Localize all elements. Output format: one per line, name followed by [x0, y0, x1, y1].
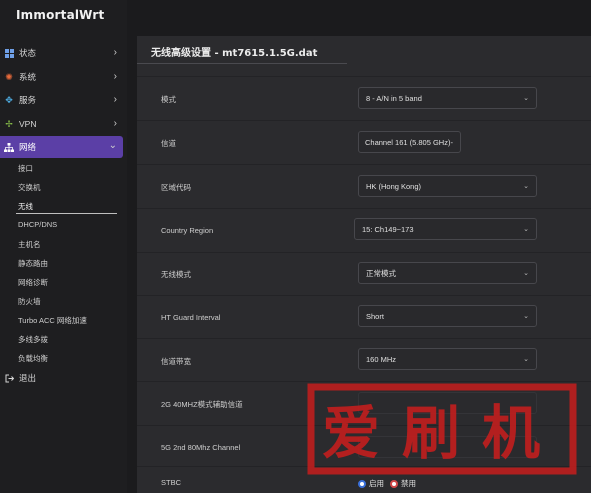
title-divider [137, 63, 347, 64]
sidebar-item-network[interactable]: 网络 ⌄ [0, 136, 123, 158]
row-divider [137, 208, 591, 209]
stbc-enable-label: 启用 [369, 479, 384, 488]
sidebar-item-label: 服务 [19, 95, 37, 105]
5g-2nd-80mhz-select[interactable] [358, 436, 537, 458]
chevron-right-icon: › [113, 71, 117, 82]
chevron-down-icon: ⌄ [523, 226, 529, 233]
logout-icon [4, 373, 14, 383]
sidebar-item-label: 系统 [19, 72, 37, 82]
chevron-right-icon: › [113, 94, 117, 105]
stbc-enable-radio[interactable] [358, 479, 366, 488]
sidebar-item-vpn[interactable]: ✢ VPN › [0, 113, 123, 135]
chevron-right-icon: › [113, 118, 117, 129]
mode-select-value: 8 - A/N in 5 band [366, 93, 422, 103]
setting-label-5g-2nd-80mhz: 5G 2nd 80Mhz Channel [161, 443, 241, 452]
channel-select[interactable]: Channel 161 (5.805 GHz)- [358, 131, 461, 153]
page-title: 无线高级设置 - mt7615.1.5G.dat [151, 48, 318, 59]
wireless-mode-select[interactable]: 正常模式 ⌄ [358, 262, 537, 284]
row-divider [137, 164, 591, 165]
row-divider [137, 381, 591, 382]
row-divider [137, 295, 591, 296]
stbc-disable-radio[interactable] [390, 479, 398, 488]
setting-label-mode: 模式 [161, 95, 176, 104]
sidebar-item-services[interactable]: ✥ 服务 › [0, 89, 123, 111]
chevron-down-icon: ⌄ [108, 140, 117, 151]
wireless-mode-select-value: 正常模式 [366, 268, 396, 278]
sidebar-item-label: 网络 [19, 142, 37, 152]
active-sub-indicator [16, 213, 117, 214]
2g-40mhz-ext-select[interactable] [358, 392, 537, 414]
setting-label-country-region: Country Region [161, 226, 214, 235]
country-region-select-value: 15: Ch149~173 [362, 224, 414, 234]
sidebar-item-label: VPN [19, 119, 37, 129]
row-divider [137, 338, 591, 339]
chevron-down-icon: ⌄ [523, 313, 529, 320]
brand-logo[interactable]: ImmortalWrt [16, 8, 104, 22]
sidebar-sub-diagnostics[interactable]: 网络诊断 [18, 277, 48, 288]
sidebar-sub-hostnames[interactable]: 主机名 [18, 239, 41, 250]
setting-label-wireless-mode: 无线模式 [161, 270, 191, 279]
main-content: 无线高级设置 - mt7615.1.5G.dat 模式 8 - A/N in 5… [127, 0, 591, 493]
sidebar-sub-multiwan[interactable]: 多线多拨 [18, 334, 48, 345]
setting-label-channel-width: 信道带宽 [161, 357, 191, 366]
vpn-icon: ✢ [5, 118, 13, 129]
setting-label-region-code: 区域代码 [161, 183, 191, 192]
sidebar-sub-interfaces[interactable]: 接口 [18, 163, 33, 174]
chevron-right-icon: › [113, 47, 117, 58]
sidebar-sub-turbo-acc[interactable]: Turbo ACC 网络加速 [18, 315, 87, 326]
channel-select-value: Channel 161 (5.805 GHz)- [365, 137, 453, 147]
setting-label-2g-40mhz-ext: 2G 40MHZ模式辅助信道 [161, 400, 243, 409]
setting-label-stbc: STBC [161, 478, 182, 487]
channel-width-select[interactable]: 160 MHz ⌄ [358, 348, 537, 370]
sidebar: ImmortalWrt 状态 › ✺ 系统 › ✥ 服务 › ✢ VPN › 网… [0, 0, 127, 493]
ht-guard-interval-select[interactable]: Short ⌄ [358, 305, 537, 327]
stbc-disable-label: 禁用 [401, 479, 416, 488]
sidebar-item-label: 状态 [19, 48, 37, 58]
setting-label-ht-guard-interval: HT Guard Interval [161, 313, 221, 322]
gear-icon: ✺ [5, 71, 13, 82]
chevron-down-icon: ⌄ [523, 356, 529, 363]
region-code-select[interactable]: HK (Hong Kong) ⌄ [358, 175, 537, 197]
sidebar-sub-dhcp-dns[interactable]: DHCP/DNS [18, 220, 57, 229]
row-divider [137, 120, 591, 121]
row-divider [137, 252, 591, 253]
chevron-down-icon: ⌄ [523, 183, 529, 190]
services-icon: ✥ [5, 94, 13, 105]
sidebar-item-status[interactable]: 状态 › [0, 42, 123, 64]
settings-panel: 无线高级设置 - mt7615.1.5G.dat 模式 8 - A/N in 5… [137, 36, 591, 493]
dashboard-icon [4, 48, 14, 58]
sidebar-item-label: 退出 [19, 373, 37, 383]
setting-label-channel: 信道 [161, 139, 176, 148]
chevron-down-icon: ⌄ [523, 95, 529, 102]
sidebar-sub-switch[interactable]: 交换机 [18, 182, 41, 193]
mode-select[interactable]: 8 - A/N in 5 band ⌄ [358, 87, 537, 109]
chevron-down-icon: ⌄ [523, 270, 529, 277]
sidebar-sub-wireless[interactable]: 无线 [18, 201, 33, 212]
sidebar-item-logout[interactable]: 退出 [0, 367, 123, 389]
sidebar-item-system[interactable]: ✺ 系统 › [0, 66, 123, 88]
sidebar-sub-load-balance[interactable]: 负载均衡 [18, 353, 48, 364]
ht-guard-interval-select-value: Short [366, 311, 384, 321]
row-divider [137, 466, 591, 467]
region-code-select-value: HK (Hong Kong) [366, 181, 422, 191]
sidebar-sub-static-routes[interactable]: 静态路由 [18, 258, 48, 269]
row-divider [137, 76, 591, 77]
stbc-radio-group: 启用 禁用 [358, 478, 416, 489]
country-region-select[interactable]: 15: Ch149~173 ⌄ [354, 218, 537, 240]
channel-width-select-value: 160 MHz [366, 354, 397, 364]
network-icon [4, 142, 14, 152]
row-divider [137, 425, 591, 426]
sidebar-sub-firewall[interactable]: 防火墙 [18, 296, 41, 307]
